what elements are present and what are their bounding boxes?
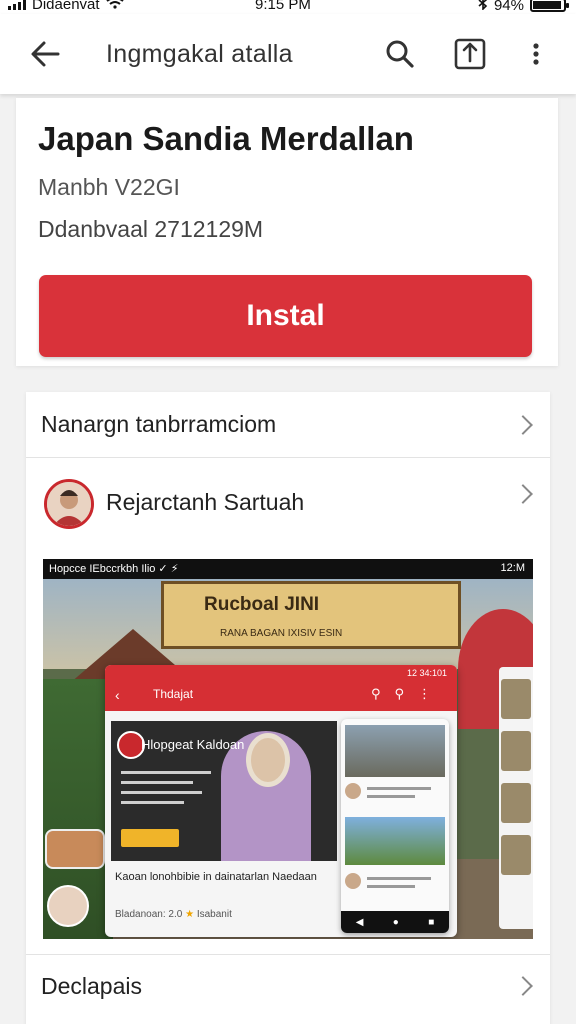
app-screenshot[interactable]: Rucboal JINI RANA BAGAN IXISIV ESIN Hopc…: [43, 559, 533, 939]
phone-toolbar-icons: ⚲⚲⋮: [370, 686, 445, 701]
app-size: Ddanbvaal 2712129M: [38, 216, 264, 242]
details-label: Declapais: [41, 973, 142, 999]
phone-app-bar: 12 34:101 ‹ Thdajat ⚲⚲⋮: [105, 665, 457, 711]
app-developer: Manbh V22GI: [38, 174, 180, 200]
phone2-line: [367, 885, 415, 888]
status-right: 94%: [478, 0, 569, 14]
back-button[interactable]: [26, 36, 66, 72]
chevron-right-icon: [513, 976, 533, 996]
install-button[interactable]: Instal: [39, 275, 532, 357]
details-row[interactable]: Declapais: [26, 954, 550, 1016]
food-thumbnail: [45, 829, 105, 869]
rating-prefix: Bladanoan:: [115, 909, 166, 920]
screenshot-phone-tertiary: [499, 667, 533, 929]
sign-subtitle: RANA BAGAN IXISIV ESIN: [220, 628, 343, 639]
phone2-line: [367, 877, 431, 880]
app-name: Japan Sandia Merdallan: [38, 120, 414, 157]
more-options-button[interactable]: [522, 36, 550, 72]
phone2-image-top: [345, 725, 445, 777]
share-button[interactable]: [450, 34, 490, 74]
phone-rating: Bladanoan: 2.0 ★ Isabanit: [115, 909, 232, 920]
rating-suffix: Isabanit: [196, 909, 232, 920]
app-info-card: Japan Sandia Merdallan Manbh V22GI Ddanb…: [16, 98, 558, 366]
status-time: 9:15 PM: [255, 0, 311, 13]
phone-main-label: Hlopgeat Kaldoan: [141, 737, 245, 752]
battery-icon: [530, 0, 569, 12]
developer-row[interactable]: Rejarctanh Sartuah: [26, 459, 550, 539]
phone2-line: [367, 787, 431, 790]
status-left: Didaenvat: [8, 0, 124, 13]
developer-avatar: [44, 479, 94, 529]
phone2-avatar: [345, 783, 361, 799]
bluetooth-icon: [478, 0, 488, 14]
phone-person-head: [246, 733, 290, 787]
phone-caption: Kaoan lonohbibie in dainatarlan Naedaan: [115, 871, 317, 883]
phone2-line: [367, 795, 415, 798]
share-icon: [454, 38, 486, 70]
app-bar-title: Ingmgakal atalla: [106, 40, 293, 68]
phone-text-lines: [121, 771, 211, 811]
about-app-row[interactable]: Nanargn tanbrramciom: [26, 392, 550, 458]
phone2-image-bottom: [345, 817, 445, 865]
chevron-right-icon: [513, 415, 533, 435]
search-icon: [386, 40, 414, 68]
battery-percent: 94%: [493, 0, 524, 14]
phone-cta-button: [121, 829, 179, 847]
nav-recent-icon: ■: [428, 916, 435, 928]
details-card: Nanargn tanbrramciom Rejarctanh Sartuah …: [26, 392, 550, 1024]
phone-status: 12 34:101: [406, 668, 447, 678]
rating-value: 2.0: [168, 909, 183, 920]
carrier-text: Didaenvat: [32, 0, 100, 13]
phone2-nav-bar: ◀ ● ■: [341, 911, 449, 933]
chevron-right-icon: [513, 484, 533, 504]
phone-title: Thdajat: [153, 687, 194, 701]
screenshot-phone-secondary: ◀ ● ■: [341, 719, 449, 933]
phone-main-image: Hlopgeat Kaldoan: [111, 721, 337, 861]
phone2-avatar: [345, 873, 361, 889]
sign-title: Rucboal JINI: [204, 594, 320, 615]
search-button[interactable]: [382, 36, 418, 72]
nav-back-icon: ◀: [355, 916, 364, 928]
screenshot-sign: Rucboal JINI RANA BAGAN IXISIV ESIN: [161, 581, 461, 649]
more-vert-icon: [533, 43, 539, 65]
screenshot-status-bar: Hopcce IEbccrkbh Ilio ✓ ⚡ 12:M: [43, 559, 533, 579]
screenshot-status-time: 12:M: [500, 562, 525, 574]
app-bar: Ingmgakal atalla: [0, 14, 576, 94]
star-icon: ★: [185, 909, 195, 920]
developer-label: Rejarctanh Sartuah: [106, 489, 305, 515]
wifi-icon: [105, 0, 124, 13]
avatar-image: [47, 482, 91, 526]
nav-home-icon: ●: [392, 916, 399, 928]
screenshot-avatar: [47, 885, 89, 927]
arrow-back-icon: [31, 41, 60, 67]
phone-back-icon: ‹: [115, 687, 120, 703]
status-bar: Didaenvat 9:15 PM 94%: [0, 0, 576, 14]
screenshot-status-left: Hopcce IEbccrkbh Ilio ✓ ⚡: [49, 563, 179, 575]
about-app-label: Nanargn tanbrramciom: [41, 411, 277, 437]
signal-icon: [8, 0, 26, 10]
